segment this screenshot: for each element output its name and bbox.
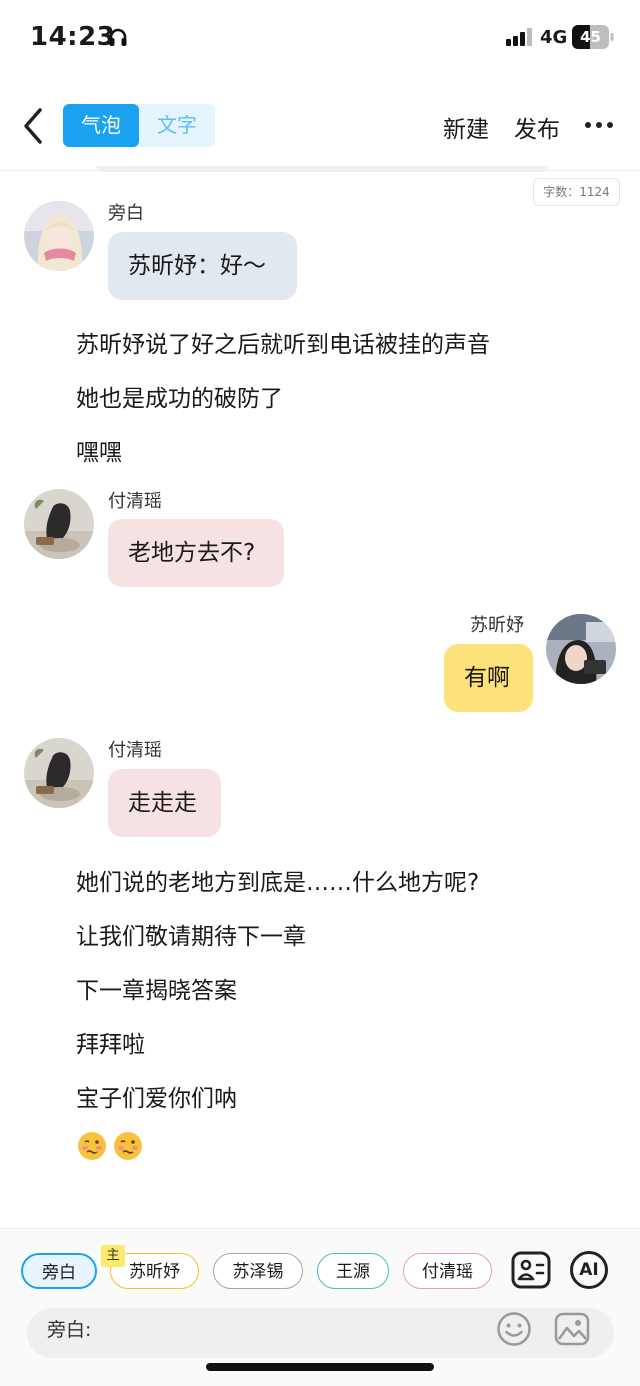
word-count: 字数：1124 [533, 178, 620, 206]
input-speaker-label: 旁白: [47, 1319, 92, 1341]
tab-bubble[interactable]: 气泡 [63, 104, 139, 147]
ai-button[interactable]: AI [569, 1250, 609, 1290]
avatar-narrator[interactable] [24, 201, 94, 271]
publish-button[interactable]: 发布 [514, 110, 560, 144]
tab-text[interactable]: 文字 [139, 104, 215, 147]
sender-name: 旁白 [108, 203, 144, 224]
avatar-su-xinyu[interactable] [546, 614, 616, 684]
back-arrow-icon[interactable] [18, 106, 48, 146]
woozy-face-emoji-icon[interactable] [113, 1131, 143, 1161]
woozy-face-emoji-icon[interactable] [77, 1131, 107, 1161]
character-chip-narrator[interactable]: 旁白 [21, 1253, 97, 1289]
narration-line[interactable]: 宝子们爱你们呐 [76, 1079, 237, 1113]
character-chip-wang-yuan[interactable]: 王源 [317, 1253, 389, 1289]
signal-icon [506, 28, 532, 46]
view-mode-toggle: 气泡 文字 [63, 104, 215, 147]
battery-icon: 45 [572, 25, 614, 49]
network-type: 4G [540, 27, 568, 48]
narration-line[interactable]: 下一章揭晓答案 [76, 971, 237, 1005]
sender-name: 苏昕妤 [470, 615, 524, 636]
home-indicator [206, 1363, 434, 1371]
sender-name: 付清瑶 [108, 740, 162, 761]
narration-line[interactable]: 她也是成功的破防了 [76, 379, 283, 413]
narration-line[interactable]: 苏昕妤说了好之后就听到电话被挂的声音 [76, 325, 490, 359]
sender-name: 付清瑶 [108, 491, 162, 512]
more-icon[interactable] [584, 113, 614, 137]
message-bubble[interactable]: 有啊 [444, 644, 533, 712]
narration-line[interactable]: 嘿嘿 [76, 433, 122, 467]
main-character-badge: 主 [101, 1245, 125, 1267]
headphones-icon [109, 28, 127, 46]
avatar-fu-qingyao[interactable] [24, 489, 94, 559]
battery-level: 45 [580, 28, 601, 46]
ai-label: AI [579, 1260, 599, 1280]
message-bubble[interactable]: 苏昕妤：好～ [108, 232, 297, 300]
new-button[interactable]: 新建 [443, 110, 489, 144]
avatar-fu-qingyao[interactable] [24, 738, 94, 808]
status-time: 14:23 [30, 22, 116, 52]
character-chip-su-zexi[interactable]: 苏泽锡 [213, 1253, 303, 1289]
image-icon[interactable] [554, 1311, 590, 1347]
narration-line[interactable]: 让我们敬请期待下一章 [76, 917, 306, 951]
message-bubble[interactable]: 老地方去不? [108, 519, 284, 587]
narration-line[interactable]: 她们说的老地方到底是……什么地方呢? [76, 863, 479, 897]
header-divider [0, 170, 640, 171]
character-card-icon[interactable] [511, 1250, 551, 1290]
narration-line[interactable]: 拜拜啦 [76, 1025, 145, 1059]
message-bubble[interactable]: 走走走 [108, 769, 221, 837]
emoji-icon[interactable] [496, 1311, 532, 1347]
character-chip-fu-qingyao[interactable]: 付清瑶 [403, 1253, 492, 1289]
collapsed-panel-edge [96, 166, 548, 172]
